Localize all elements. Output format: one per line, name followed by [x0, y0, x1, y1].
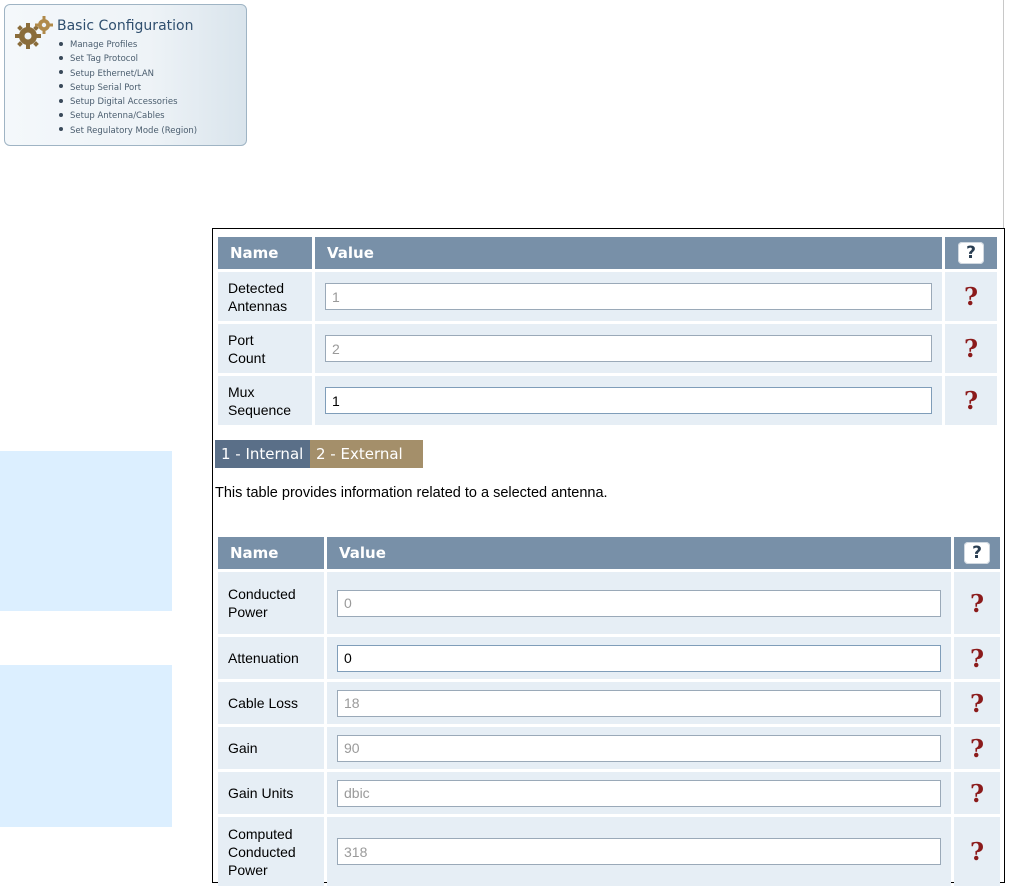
menu-setup-serial-port[interactable]: Setup Serial Port	[59, 81, 197, 95]
column-header-value: Value	[315, 237, 942, 269]
help-icon[interactable]: ?	[970, 734, 984, 763]
table-row: Cable Loss ?	[218, 682, 1000, 724]
antenna-detail-table: Name Value ? Conducted Power ? Attenuati…	[215, 534, 1003, 889]
tab-external[interactable]: 2 - External	[310, 440, 423, 468]
gears-icon	[15, 16, 53, 49]
value-cell	[315, 324, 942, 373]
help-cell: ?	[954, 682, 1000, 724]
help-header-cell: ?	[945, 237, 997, 269]
antenna-tabs: 1 - Internal 2 - External	[215, 440, 423, 468]
menu-manage-profiles[interactable]: Manage Profiles	[59, 38, 197, 52]
help-cell: ?	[954, 637, 1000, 679]
label-line: Sequence	[228, 401, 292, 418]
help-header-cell: ?	[954, 537, 1000, 569]
label-line: Antennas	[228, 297, 288, 314]
row-label: Attenuation	[218, 637, 324, 679]
label-line: Computed	[228, 825, 293, 842]
row-label: Gain Units	[218, 772, 324, 814]
table-row: Detected Antennas ?	[218, 272, 997, 321]
help-icon[interactable]: ?	[964, 334, 978, 363]
value-cell	[327, 572, 951, 634]
port-count-field[interactable]	[325, 335, 932, 362]
help-cell: ?	[954, 572, 1000, 634]
config-title: Basic Configuration	[57, 18, 194, 34]
table-row: Gain Units ?	[218, 772, 1000, 814]
side-panel-lower	[0, 665, 172, 827]
label-line: Port	[228, 331, 254, 348]
help-cell: ?	[954, 772, 1000, 814]
value-cell	[327, 817, 951, 886]
gain-field[interactable]	[337, 734, 941, 762]
tab-internal[interactable]: 1 - Internal	[215, 440, 310, 468]
table-row: Attenuation ?	[218, 637, 1000, 679]
menu-set-tag-protocol[interactable]: Set Tag Protocol	[59, 52, 197, 66]
value-cell	[315, 376, 942, 425]
antenna-config-frame: Name Value ? Detected Antennas ? Port Co…	[212, 228, 1005, 886]
table-row: Gain ?	[218, 727, 1000, 769]
help-header-icon[interactable]: ?	[964, 542, 990, 564]
label-line: Count	[228, 349, 266, 366]
gain-units-field[interactable]	[337, 779, 941, 807]
column-header-name: Name	[218, 537, 324, 569]
value-cell	[315, 272, 942, 321]
row-label: Conducted Power	[218, 572, 324, 634]
help-icon[interactable]: ?	[970, 837, 984, 866]
row-label: Port Count	[218, 324, 312, 373]
row-label: Gain	[218, 727, 324, 769]
antenna-summary-table: Name Value ? Detected Antennas ? Port Co…	[215, 234, 1000, 428]
table-row: Mux Sequence ?	[218, 376, 997, 425]
table-row: Conducted Power ?	[218, 572, 1000, 634]
row-label: Mux Sequence	[218, 376, 312, 425]
menu-setup-digital-accessories[interactable]: Setup Digital Accessories	[59, 95, 197, 109]
computed-conducted-power-field[interactable]	[337, 838, 941, 865]
help-icon[interactable]: ?	[964, 282, 978, 311]
table-row: Computed Conducted Power ?	[218, 817, 1000, 886]
table-description: This table provides information related …	[215, 485, 608, 501]
value-cell	[327, 682, 951, 724]
label-line: Conducted	[228, 586, 296, 602]
table-row: Port Count ?	[218, 324, 997, 373]
help-icon[interactable]: ?	[970, 644, 984, 673]
cable-loss-field[interactable]	[337, 689, 941, 717]
value-cell	[327, 772, 951, 814]
attenuation-field[interactable]	[337, 644, 941, 672]
basic-configuration-panel: Basic Configuration Manage Profiles Set …	[4, 4, 247, 146]
column-header-name: Name	[218, 237, 312, 269]
detected-antennas-field[interactable]	[325, 283, 932, 310]
label-line: Conducted	[228, 843, 296, 860]
value-cell	[327, 637, 951, 679]
label-line: Power	[228, 604, 268, 620]
menu-set-regulatory-mode[interactable]: Set Regulatory Mode (Region)	[59, 124, 197, 138]
column-header-value: Value	[327, 537, 951, 569]
row-label: Computed Conducted Power	[218, 817, 324, 886]
label-line: Power	[228, 861, 268, 878]
help-header-icon[interactable]: ?	[958, 242, 984, 264]
menu-setup-ethernet-lan[interactable]: Setup Ethernet/LAN	[59, 67, 197, 81]
config-menu: Manage Profiles Set Tag Protocol Setup E…	[59, 38, 197, 138]
help-cell: ?	[945, 324, 997, 373]
help-cell: ?	[954, 727, 1000, 769]
conducted-power-field[interactable]	[337, 589, 941, 617]
help-cell: ?	[945, 272, 997, 321]
menu-setup-antenna-cables[interactable]: Setup Antenna/Cables	[59, 109, 197, 123]
help-icon[interactable]: ?	[964, 386, 978, 415]
help-icon[interactable]: ?	[970, 589, 984, 618]
label-line: Detected	[228, 279, 285, 296]
help-icon[interactable]: ?	[970, 689, 984, 718]
help-cell: ?	[954, 817, 1000, 886]
mux-sequence-field[interactable]	[325, 387, 932, 414]
value-cell	[327, 727, 951, 769]
row-label: Detected Antennas	[218, 272, 312, 321]
row-label: Cable Loss	[218, 682, 324, 724]
label-line: Mux	[228, 383, 255, 400]
side-panel-upper	[0, 451, 172, 611]
help-icon[interactable]: ?	[970, 779, 984, 808]
help-cell: ?	[945, 376, 997, 425]
